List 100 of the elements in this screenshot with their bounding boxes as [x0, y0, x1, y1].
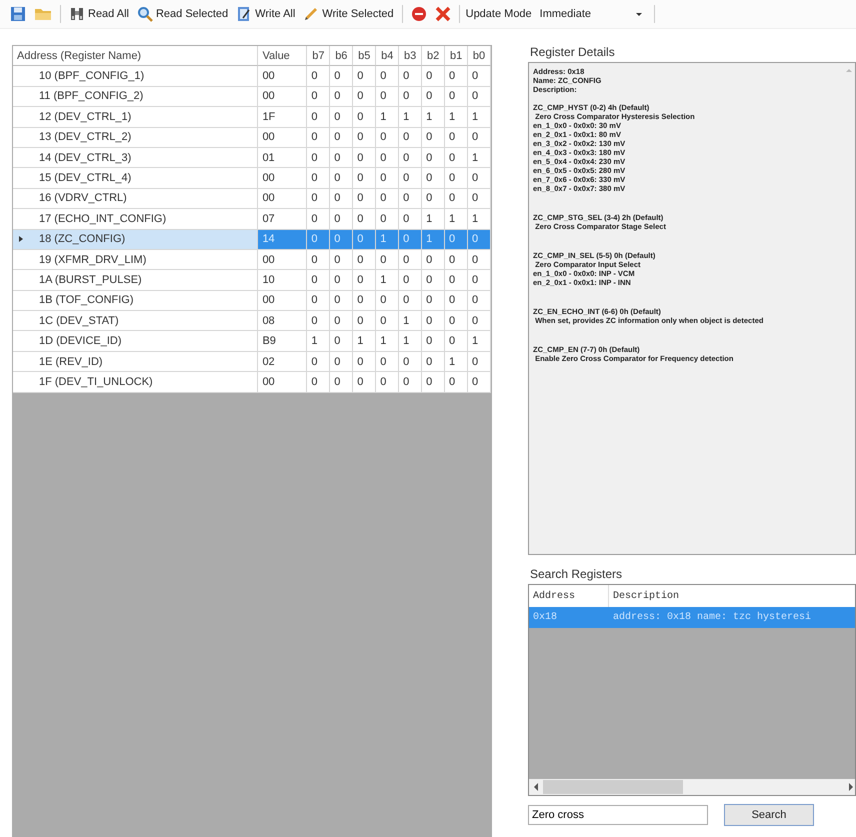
table-cell: 0: [422, 148, 446, 168]
table-cell: 0: [422, 86, 446, 108]
table-cell: 1D (DEVICE_ID): [39, 335, 122, 348]
scroll-left-icon[interactable]: [534, 783, 538, 791]
register-row[interactable]: 16 (VDRV_CTRL) 00 0 0 0 0 0 0 0 0: [13, 188, 491, 210]
table-cell: 0: [307, 128, 330, 148]
table-cell: 0: [353, 66, 376, 87]
magnifier-button[interactable]: Read Selected: [134, 4, 230, 24]
update-mode-dropdown[interactable]: Immediate: [536, 5, 648, 23]
table-cell: 15 (DEV_CTRL_4): [39, 172, 132, 184]
table-cell: 14 (DEV_CTRL_3): [39, 152, 132, 164]
table-cell: 0: [468, 86, 491, 108]
table-cell: 0: [307, 270, 330, 291]
table-cell: 1: [376, 331, 400, 352]
binoculars-button[interactable]: Read All: [67, 4, 131, 24]
column-header[interactable]: Address (Register Name): [13, 46, 258, 66]
table-cell: 0: [445, 311, 468, 332]
table-cell: 1: [376, 270, 400, 291]
group-title: Register Details: [529, 45, 616, 61]
table-cell: 00: [258, 250, 308, 270]
pencil-button[interactable]: Write Selected: [301, 4, 396, 24]
table-cell: 0: [307, 352, 330, 372]
table-cell: 0: [307, 86, 330, 108]
register-row[interactable]: 10 (BPF_CONFIG_1) 00 0 0 0 0 0 0 0 0: [13, 66, 491, 87]
column-header[interactable]: b2: [422, 46, 446, 66]
table-cell: 0: [376, 311, 400, 332]
table-cell: 10 (BPF_CONFIG_1): [39, 70, 144, 82]
table-cell: 00: [258, 168, 308, 189]
table-cell: 0: [468, 168, 491, 189]
save-icon: [10, 6, 26, 22]
column-header[interactable]: Value: [258, 46, 308, 66]
table-cell: 1: [399, 107, 422, 128]
register-row[interactable]: 13 (DEV_CTRL_2) 00 0 0 0 0 0 0 0 0: [13, 128, 491, 148]
table-cell: 0: [353, 270, 376, 291]
register-row[interactable]: 19 (XFMR_DRV_LIM) 00 0 0 0 0 0 0 0 0: [13, 250, 491, 270]
table-cell: 0: [353, 86, 376, 108]
table-cell: 1E (REV_ID): [39, 356, 103, 368]
register-row[interactable]: 1E (REV_ID) 02 0 0 0 0 0 0 1 0: [13, 352, 491, 372]
stop-icon: [410, 6, 427, 22]
magnifier-icon: [136, 6, 153, 22]
close-icon: [434, 6, 451, 22]
table-cell-text: 0x18: [532, 611, 558, 625]
table-cell: 0: [330, 352, 354, 372]
table-cell: 0: [353, 148, 376, 168]
register-row[interactable]: 1D (DEVICE_ID) B9 1 0 1 1 1 0 0 1: [13, 331, 491, 352]
table-cell: 0: [307, 188, 330, 210]
register-row[interactable]: 11 (BPF_CONFIG_2) 00 0 0 0 0 0 0 0 0: [13, 86, 491, 108]
table-cell: 0: [330, 107, 354, 128]
column-header[interactable]: b5: [353, 46, 376, 66]
table-cell: 0: [422, 352, 446, 372]
table-cell: 12 (DEV_CTRL_1): [39, 110, 132, 123]
table-cell: 0: [399, 66, 422, 87]
column-header[interactable]: b7: [307, 46, 330, 66]
table-cell: 0: [307, 168, 330, 189]
table-cell: 1: [468, 331, 491, 352]
table-cell: 0: [376, 128, 400, 148]
table-cell: 1: [376, 107, 400, 128]
table-cell: 0: [307, 107, 330, 128]
table-cell: 0: [376, 86, 400, 108]
column-header[interactable]: b0: [468, 46, 492, 66]
table-cell: 17 (ECHO_INT_CONFIG): [39, 212, 166, 225]
table-cell: 1: [422, 107, 446, 128]
table-cell: 0: [353, 188, 376, 210]
table-cell: 11 (BPF_CONFIG_2): [39, 90, 144, 102]
column-header[interactable]: Description: [609, 585, 855, 607]
column-header[interactable]: b1: [445, 46, 468, 66]
table-cell: 10: [258, 270, 308, 291]
column-header[interactable]: b3: [399, 46, 422, 66]
register-row[interactable]: 14 (DEV_CTRL_3) 01 0 0 0 0 0 0 0 1: [13, 148, 491, 168]
register-row[interactable]: 1B (TOF_CONFIG) 00 0 0 0 0 0 0 0 0: [13, 290, 491, 312]
table-cell: 08: [258, 311, 308, 332]
table-cell: 0: [422, 270, 446, 291]
table-cell: 0: [445, 230, 468, 250]
search-field[interactable]: Zero cross: [528, 805, 708, 825]
table-cell: 00: [258, 290, 308, 312]
table-cell: 0: [445, 148, 468, 168]
table-cell: 0: [468, 230, 491, 250]
row-pointer-icon: [19, 236, 23, 242]
table-cell: 0: [445, 270, 468, 291]
column-header[interactable]: b4: [376, 46, 400, 66]
table-cell: 0: [422, 331, 446, 352]
search-button[interactable]: Search: [724, 804, 814, 826]
table-cell: 1: [445, 352, 468, 372]
table-cell: 1F: [258, 107, 308, 128]
scroll-right-icon[interactable]: [849, 783, 853, 791]
column-header[interactable]: b6: [330, 46, 354, 66]
table-cell: 0: [422, 290, 446, 312]
register-row[interactable]: 12 (DEV_CTRL_1) 1F 0 0 0 1 1 1 1 1: [13, 107, 491, 128]
table-cell: 0: [399, 86, 422, 108]
register-row[interactable]: 1C (DEV_STAT) 08 0 0 0 0 1 0 0 0: [13, 311, 491, 332]
register-row[interactable]: 15 (DEV_CTRL_4) 00 0 0 0 0 0 0 0 0: [13, 168, 491, 189]
group-title: Search Registers: [529, 567, 624, 583]
table-cell: 00: [258, 86, 308, 108]
register-row[interactable]: 1A (BURST_PULSE) 10 0 0 0 1 0 0 0 0: [13, 270, 491, 291]
save-button[interactable]: [8, 4, 28, 24]
table-cell: 0: [445, 290, 468, 312]
document-button[interactable]: Write All: [234, 4, 298, 24]
table-cell: 1: [399, 311, 422, 332]
table-cell: 01: [258, 148, 308, 168]
scrollbar[interactable]: [529, 779, 855, 795]
